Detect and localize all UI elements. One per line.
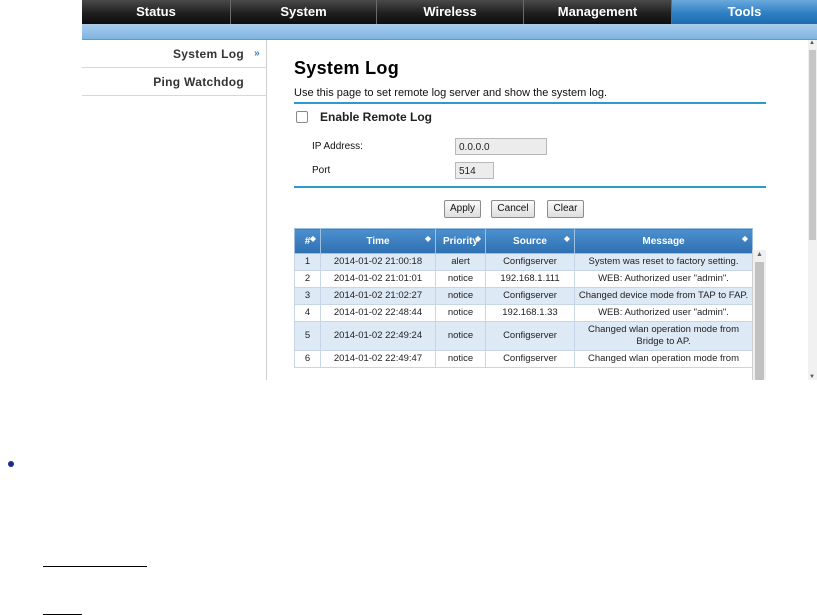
sidebar-item-ping-watchdog[interactable]: Ping Watchdog bbox=[82, 68, 266, 96]
ip-address-field[interactable]: 0.0.0.0 bbox=[455, 138, 547, 155]
enable-remote-log-row: Enable Remote Log bbox=[296, 110, 432, 124]
cell-time: 2014-01-02 21:00:18 bbox=[320, 253, 436, 271]
sort-icon[interactable]: ◆ bbox=[425, 234, 431, 243]
cell-source: Configserver bbox=[485, 287, 575, 305]
column-header-message[interactable]: Message ◆ bbox=[574, 228, 753, 254]
cell-time: 2014-01-02 22:49:24 bbox=[320, 321, 436, 351]
system-log-table: # ◆ Time ◆ Priority ◆ Source ◆ Message ◆ 1 20… bbox=[294, 228, 753, 368]
divider bbox=[294, 186, 766, 188]
cell-number: 5 bbox=[294, 321, 321, 351]
cell-number: 1 bbox=[294, 253, 321, 271]
cancel-button[interactable]: Cancel bbox=[491, 200, 535, 218]
sort-icon[interactable]: ◆ bbox=[310, 234, 316, 243]
column-header-source[interactable]: Source ◆ bbox=[485, 228, 575, 254]
cell-message: WEB: Authorized user "admin". bbox=[574, 270, 753, 288]
enable-remote-log-label: Enable Remote Log bbox=[320, 110, 433, 124]
divider bbox=[294, 102, 766, 104]
nav-tab-tools[interactable]: Tools bbox=[672, 0, 817, 24]
cell-time: 2014-01-02 21:02:27 bbox=[320, 287, 436, 305]
cell-time: 2014-01-02 22:49:47 bbox=[320, 350, 436, 368]
nav-tab-wireless[interactable]: Wireless bbox=[377, 0, 524, 24]
cell-message: WEB: Authorized user "admin". bbox=[574, 304, 753, 322]
sort-icon[interactable]: ◆ bbox=[742, 234, 748, 243]
page-description: Use this page to set remote log server a… bbox=[294, 87, 608, 99]
sort-icon[interactable]: ◆ bbox=[564, 234, 570, 243]
scroll-up-icon[interactable]: ▲ bbox=[809, 40, 815, 46]
double-chevron-right-icon: » bbox=[254, 48, 260, 59]
enable-remote-log-checkbox[interactable] bbox=[296, 111, 308, 123]
table-scrollbar[interactable]: ▲ bbox=[752, 250, 766, 380]
nav-tab-management[interactable]: Management bbox=[524, 0, 672, 24]
cell-time: 2014-01-02 21:01:01 bbox=[320, 270, 436, 288]
cell-priority: alert bbox=[435, 253, 486, 271]
cell-source: Configserver bbox=[485, 253, 575, 271]
table-header-row: # ◆ Time ◆ Priority ◆ Source ◆ Message ◆ bbox=[294, 228, 753, 254]
clear-button[interactable]: Clear bbox=[547, 200, 584, 218]
scroll-up-icon[interactable]: ▲ bbox=[756, 251, 763, 258]
bullet-icon bbox=[8, 461, 14, 467]
sort-icon[interactable]: ◆ bbox=[475, 234, 481, 243]
cell-source: Configserver bbox=[485, 350, 575, 368]
system-log-table-container: # ◆ Time ◆ Priority ◆ Source ◆ Message ◆ 1 20… bbox=[294, 228, 766, 380]
cell-priority: notice bbox=[435, 350, 486, 368]
cell-message: Changed device mode from TAP to FAP. bbox=[574, 287, 753, 305]
cell-priority: notice bbox=[435, 321, 486, 351]
ip-address-label: IP Address: bbox=[312, 141, 363, 152]
cell-time: 2014-01-02 22:48:44 bbox=[320, 304, 436, 322]
cell-priority: notice bbox=[435, 304, 486, 322]
apply-button[interactable]: Apply bbox=[444, 200, 481, 218]
cell-number: 4 bbox=[294, 304, 321, 322]
cell-message: Changed wlan operation mode from bbox=[574, 350, 753, 368]
cell-source: Configserver bbox=[485, 321, 575, 351]
column-header-priority[interactable]: Priority ◆ bbox=[435, 228, 486, 254]
page-scrollbar-thumb[interactable] bbox=[809, 50, 816, 240]
sidebar-item-system-log[interactable]: System Log » bbox=[82, 40, 266, 68]
sub-navigation-bar bbox=[82, 24, 817, 40]
cell-priority: notice bbox=[435, 270, 486, 288]
nav-tab-system[interactable]: System bbox=[231, 0, 377, 24]
table-row: 3 2014-01-02 21:02:27 notice Configserve… bbox=[294, 287, 753, 305]
cell-source: 192.168.1.111 bbox=[485, 270, 575, 288]
sidebar: System Log » Ping Watchdog bbox=[82, 40, 267, 380]
cell-priority: notice bbox=[435, 287, 486, 305]
cell-message: System was reset to factory setting. bbox=[574, 253, 753, 271]
table-row: 5 2014-01-02 22:49:24 notice Configserve… bbox=[294, 321, 753, 351]
cell-message: Changed wlan operation mode from Bridge … bbox=[574, 321, 753, 351]
page-scrollbar[interactable]: ▲ ▼ bbox=[808, 40, 817, 380]
port-label: Port bbox=[312, 165, 331, 176]
router-admin-screenshot: Status System Wireless Management Tools … bbox=[82, 0, 817, 380]
cell-number: 2 bbox=[294, 270, 321, 288]
table-row: 1 2014-01-02 21:00:18 alert Configserver… bbox=[294, 253, 753, 271]
top-navigation: Status System Wireless Management Tools bbox=[82, 0, 817, 24]
port-field[interactable]: 514 bbox=[455, 162, 494, 179]
table-row: 2 2014-01-02 21:01:01 notice 192.168.1.1… bbox=[294, 270, 753, 288]
table-row: 4 2014-01-02 22:48:44 notice 192.168.1.3… bbox=[294, 304, 753, 322]
sidebar-item-label: Ping Watchdog bbox=[153, 75, 244, 89]
nav-tab-status[interactable]: Status bbox=[82, 0, 231, 24]
page-title: System Log bbox=[294, 58, 400, 78]
table-scrollbar-thumb[interactable] bbox=[755, 262, 764, 380]
sidebar-item-label: System Log bbox=[172, 47, 244, 61]
table-row: 6 2014-01-02 22:49:47 notice Configserve… bbox=[294, 350, 753, 368]
column-header-number[interactable]: # ◆ bbox=[294, 228, 321, 254]
column-header-time[interactable]: Time ◆ bbox=[320, 228, 436, 254]
scroll-down-icon[interactable]: ▼ bbox=[809, 374, 815, 380]
cell-source: 192.168.1.33 bbox=[485, 304, 575, 322]
cell-number: 6 bbox=[294, 350, 321, 368]
cell-number: 3 bbox=[294, 287, 321, 305]
underline-blank bbox=[43, 566, 147, 567]
